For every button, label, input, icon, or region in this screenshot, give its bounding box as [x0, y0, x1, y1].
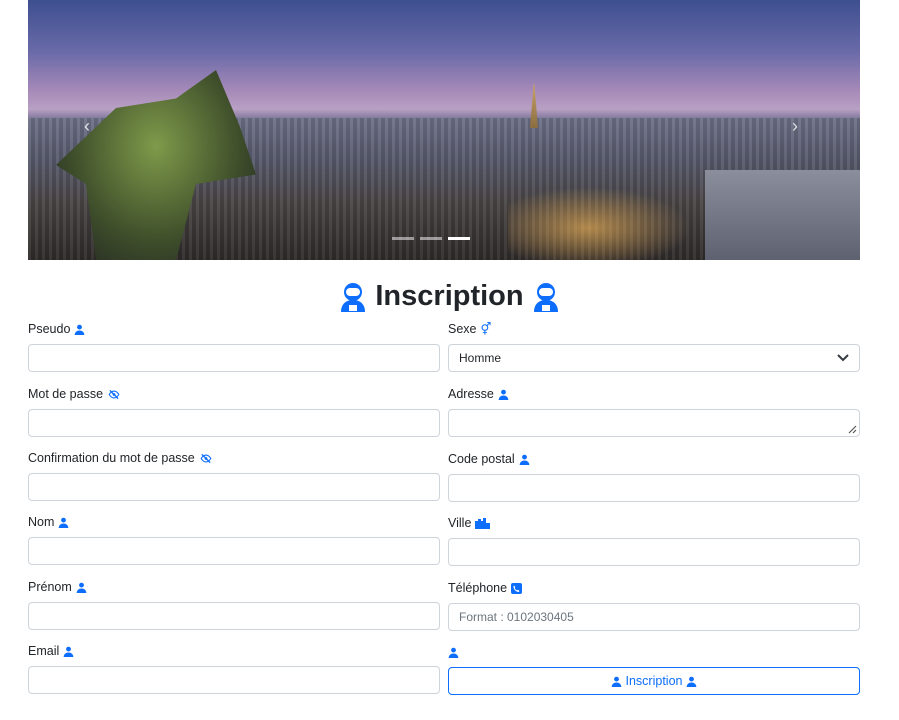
carousel-indicator-3[interactable]: [448, 237, 470, 240]
user-icon: [611, 676, 622, 687]
gender-icon: ⚥: [480, 322, 492, 336]
carousel-next-button[interactable]: ›: [792, 116, 798, 137]
password-confirm-label: Confirmation du mot de passe: [28, 451, 195, 465]
user-icon: [58, 517, 69, 528]
submit-group: Inscription: [448, 644, 860, 695]
phone-icon: [511, 582, 523, 594]
eye-slash-icon: [107, 389, 121, 400]
eye-slash-icon: [199, 453, 213, 464]
city-icon: [475, 517, 491, 529]
nom-label: Nom: [28, 515, 55, 529]
sexe-select[interactable]: Homme: [448, 344, 860, 372]
carousel-indicators: [392, 237, 470, 240]
email-group: Email: [28, 643, 440, 694]
prenom-group: Prénom: [28, 579, 440, 630]
telephone-label: Téléphone: [448, 581, 508, 595]
pseudo-group: Pseudo: [28, 321, 440, 372]
carousel-indicator-1[interactable]: [392, 237, 414, 240]
prenom-input[interactable]: [28, 602, 440, 630]
password-label: Mot de passe: [28, 387, 104, 401]
resize-handle-icon[interactable]: [847, 424, 857, 434]
telephone-group: Téléphone Format : 0102030405: [448, 580, 860, 631]
pseudo-input[interactable]: [28, 344, 440, 372]
building-image: [705, 170, 860, 260]
carousel-indicator-2[interactable]: [420, 237, 442, 240]
user-icon: [63, 646, 74, 657]
user-icon: [498, 389, 509, 400]
astronaut-icon: [339, 282, 367, 312]
email-label: Email: [28, 644, 60, 658]
password-group: Mot de passe: [28, 386, 440, 437]
code-postal-label: Code postal: [448, 452, 515, 466]
nom-input[interactable]: [28, 537, 440, 565]
password-confirm-group: Confirmation du mot de passe: [28, 450, 440, 501]
page-title-text: Inscription: [375, 280, 524, 312]
image-carousel: ‹ ›: [28, 0, 860, 260]
code-postal-group: Code postal: [448, 451, 860, 502]
eiffel-tower-image: [530, 84, 538, 128]
ville-label: Ville: [448, 516, 472, 530]
astronaut-icon: [532, 282, 560, 312]
ville-input[interactable]: [448, 538, 860, 566]
user-icon: [448, 647, 459, 658]
prenom-label: Prénom: [28, 580, 72, 594]
user-icon: [74, 324, 85, 335]
adresse-label: Adresse: [448, 387, 494, 401]
carousel-prev-button[interactable]: ‹: [84, 116, 90, 137]
password-confirm-input[interactable]: [28, 473, 440, 501]
sexe-label: Sexe: [448, 322, 477, 336]
password-input[interactable]: [28, 409, 440, 437]
nom-group: Nom: [28, 514, 440, 565]
inscription-button-label: Inscription: [625, 674, 683, 688]
user-icon: [76, 582, 87, 593]
sexe-selected-value: Homme: [459, 351, 502, 365]
telephone-placeholder: Format : 0102030405: [459, 610, 574, 624]
email-input[interactable]: [28, 666, 440, 694]
inscription-button[interactable]: Inscription: [448, 667, 860, 695]
telephone-input[interactable]: Format : 0102030405: [448, 603, 860, 631]
user-icon: [519, 454, 530, 465]
city-lights: [508, 180, 708, 260]
user-icon: [686, 676, 697, 687]
chevron-down-icon: [837, 354, 849, 362]
page-title: Inscription: [0, 280, 899, 313]
ville-group: Ville: [448, 515, 860, 566]
adresse-group: Adresse: [448, 386, 860, 437]
sexe-group: Sexe ⚥ Homme: [448, 321, 860, 372]
code-postal-input[interactable]: [448, 474, 860, 502]
adresse-textarea[interactable]: [448, 409, 860, 437]
pseudo-label: Pseudo: [28, 322, 71, 336]
